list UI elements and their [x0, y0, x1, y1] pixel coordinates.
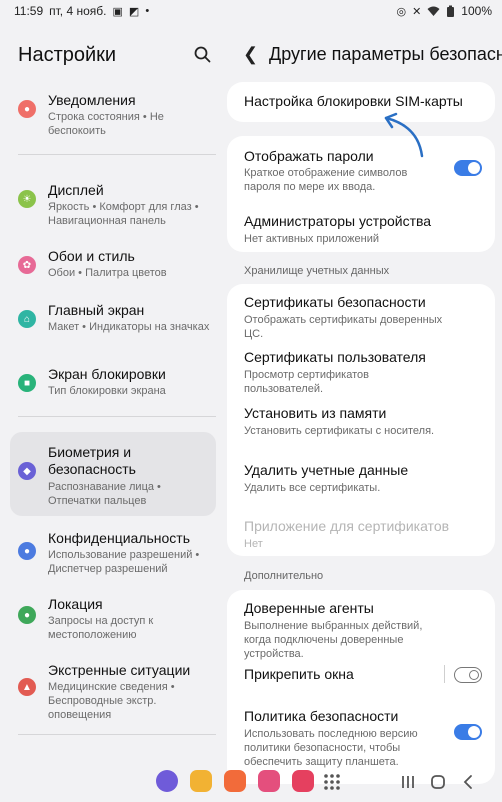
- sidebar-item-biometrics-security[interactable]: ◆ Биометрия и безопасность Распознавание…: [10, 432, 216, 516]
- sidebar-item-wallpaper[interactable]: ✿ Обои и стиль Обои • Палитра цветов: [10, 248, 216, 284]
- trust-agents-item[interactable]: Доверенные агенты: [244, 600, 374, 617]
- search-icon[interactable]: [192, 44, 214, 66]
- wifi-icon: [427, 6, 440, 16]
- notification-icon: ◩: [128, 5, 140, 18]
- mute-icon: ✕: [412, 5, 422, 18]
- security-policy-toggle[interactable]: [454, 724, 482, 740]
- notification-icon: ▣: [112, 5, 123, 18]
- status-time: 11:59: [14, 4, 44, 18]
- show-passwords-item[interactable]: Отображать пароли: [244, 148, 374, 165]
- page-title: Другие параметры безопасности: [269, 44, 502, 64]
- sidebar-item-lock-screen[interactable]: ■ Экран блокировки Тип блокировки экрана: [10, 366, 216, 402]
- bell-icon: ●: [18, 100, 36, 118]
- security-policy-item[interactable]: Политика безопасности: [244, 708, 398, 725]
- divider: [18, 416, 216, 417]
- sun-icon: ☀: [18, 190, 36, 208]
- dot-icon: •: [145, 5, 150, 17]
- section-header: Хранилище учетных данных: [244, 265, 390, 277]
- install-from-storage-item[interactable]: Установить из памяти: [244, 405, 386, 422]
- show-passwords-toggle[interactable]: [454, 160, 482, 176]
- page-title: Настройки: [18, 44, 117, 66]
- cert-app-item: Приложение для сертификатов: [244, 518, 450, 534]
- lock-icon: ■: [18, 374, 36, 392]
- status-bar: 11:59 пт, 4 нояб. ▣ ◩ • ◎ ✕ 100%: [0, 0, 502, 22]
- sidebar-item-display[interactable]: ☀ Дисплей Яркость • Комфорт для глаз • Н…: [10, 182, 216, 230]
- pin-windows-item[interactable]: Прикрепить окна: [244, 666, 354, 683]
- sidebar-item-location[interactable]: ● Локация Запросы на доступ к местополож…: [10, 596, 216, 644]
- security-detail-pane: ❮ Другие параметры безопасности Настройк…: [227, 22, 502, 784]
- passwords-admin-card: Отображать пароли Краткое отображение си…: [227, 136, 495, 252]
- privacy-icon: ●: [18, 542, 36, 560]
- app-icon[interactable]: [258, 770, 280, 792]
- home-icon: ⌂: [18, 310, 36, 328]
- annotation-arrow-icon: [384, 112, 424, 158]
- shield-icon: ◆: [18, 462, 36, 480]
- recent-apps-icon[interactable]: [398, 772, 418, 792]
- app-icon[interactable]: [190, 770, 212, 792]
- divider: [444, 665, 445, 683]
- credentials-card: Сертификаты безопасности Отображать серт…: [227, 284, 495, 556]
- back-button[interactable]: ❮: [243, 44, 258, 65]
- status-date: пт, 4 нояб.: [49, 4, 107, 18]
- app-icon[interactable]: [156, 770, 178, 792]
- app-icon[interactable]: [224, 770, 246, 792]
- pin-windows-toggle[interactable]: [454, 667, 482, 683]
- sidebar-item-emergency[interactable]: ▲ Экстренные ситуации Медицинские сведен…: [10, 662, 216, 722]
- sidebar-item-notifications[interactable]: ● Уведомления Строка состояния • Не бесп…: [10, 92, 216, 152]
- additional-card: Доверенные агенты Выполнение выбранных д…: [227, 590, 495, 784]
- location-icon: ●: [18, 606, 36, 624]
- settings-list-pane: Настройки ● Уведомления Строка состояния…: [0, 22, 226, 762]
- app-drawer-icon[interactable]: [322, 772, 342, 792]
- divider: [18, 154, 216, 155]
- divider: [18, 734, 216, 735]
- battery-level: 100%: [461, 4, 492, 18]
- palette-icon: ✿: [18, 256, 36, 274]
- clear-credentials-item[interactable]: Удалить учетные данные: [244, 462, 408, 479]
- back-nav-icon[interactable]: [458, 772, 478, 792]
- home-button-icon[interactable]: [428, 772, 448, 792]
- sidebar-item-privacy[interactable]: ● Конфиденциальность Использование разре…: [10, 530, 216, 578]
- sidebar-item-home-screen[interactable]: ⌂ Главный экран Макет • Индикаторы на зн…: [10, 302, 216, 350]
- emergency-icon: ▲: [18, 678, 36, 696]
- battery-icon: [447, 5, 455, 17]
- section-header: Дополнительно: [244, 570, 324, 582]
- user-certs-item[interactable]: Сертификаты пользователя: [244, 349, 426, 366]
- app-icon[interactable]: [292, 770, 314, 792]
- navigation-bar: [0, 762, 502, 802]
- security-certs-item[interactable]: Сертификаты безопасности: [244, 294, 426, 311]
- device-admins-item[interactable]: Администраторы устройства: [244, 213, 431, 230]
- alarm-icon: ◎: [396, 5, 407, 18]
- sim-lock-card: Настройка блокировки SIM-карты: [227, 82, 495, 122]
